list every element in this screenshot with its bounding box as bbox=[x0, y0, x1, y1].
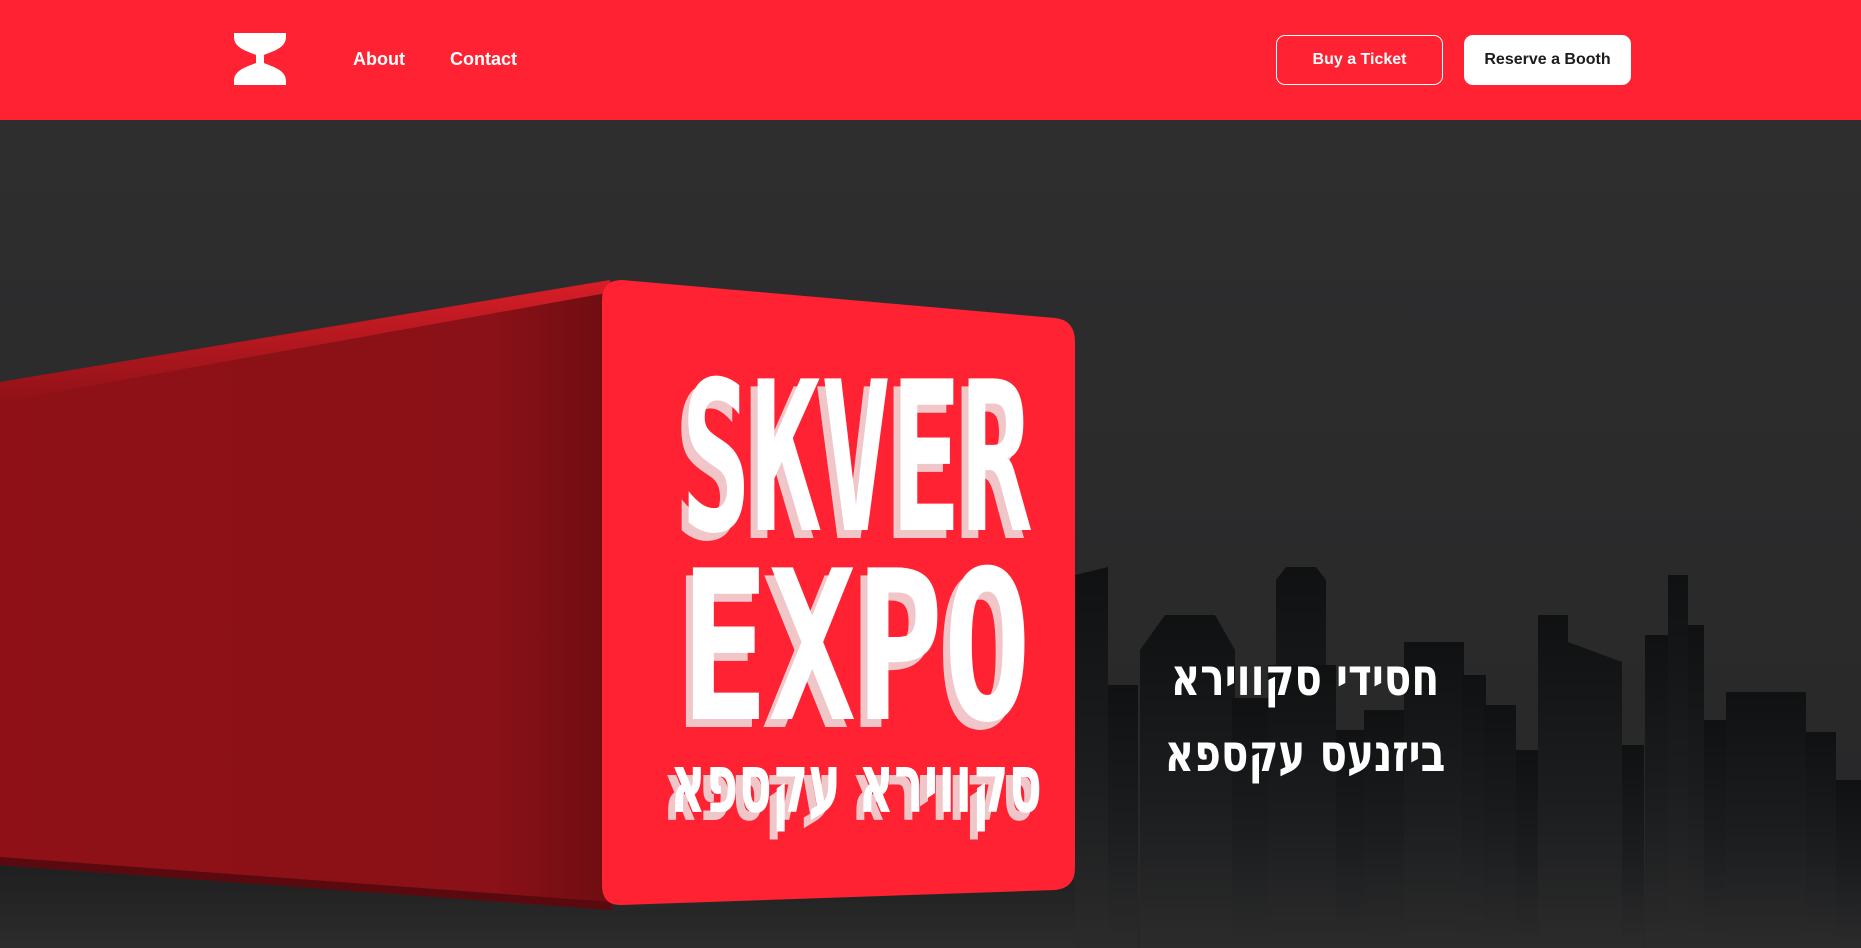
tagline-line-2: ביזנעס עקספא bbox=[1164, 724, 1446, 784]
logo-word-expo: EXPO bbox=[681, 527, 1031, 769]
skver-expo-logo: SKVER EXPO SKVER EXPO סקווירא עקספא סקוו… bbox=[663, 338, 1042, 840]
nav-link-contact[interactable]: Contact bbox=[450, 47, 517, 71]
nav-link-about[interactable]: About bbox=[353, 47, 405, 71]
logo-yiddish: סקווירא עקספא bbox=[670, 737, 1042, 832]
skver-logo-icon[interactable] bbox=[234, 33, 286, 85]
tagline-line-1: חסידי סקווירא bbox=[1170, 648, 1440, 708]
top-navbar: About Contact Buy a Ticket Reserve a Boo… bbox=[0, 0, 1861, 120]
hero-tagline: חסידי סקווירא ביזנעס עקספא bbox=[1100, 640, 1510, 792]
buy-ticket-button[interactable]: Buy a Ticket bbox=[1276, 35, 1443, 85]
reserve-booth-button[interactable]: Reserve a Booth bbox=[1464, 35, 1631, 85]
hero-section: SKVER EXPO SKVER EXPO סקווירא עקספא סקוו… bbox=[0, 120, 1861, 948]
